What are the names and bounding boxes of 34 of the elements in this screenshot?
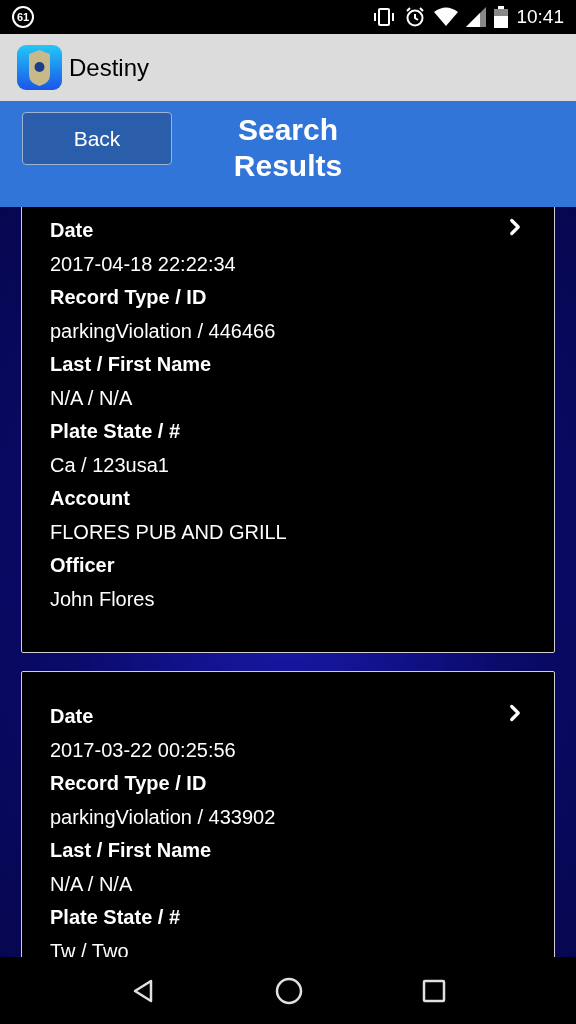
- field-label: Plate State / #: [50, 419, 181, 444]
- badge-logo-icon: [17, 45, 62, 90]
- back-button[interactable]: Back: [22, 112, 172, 165]
- field-label: Last / First Name: [50, 838, 212, 863]
- field-value: Ca / 123usa1: [50, 452, 169, 478]
- battery-icon: [494, 6, 509, 28]
- field-label: Officer: [50, 553, 115, 578]
- clock-time: 10:41: [516, 6, 564, 28]
- notification-count: 61: [12, 6, 34, 28]
- field-value: Tw / Two: [50, 938, 129, 957]
- field-label: Plate State / #: [50, 905, 181, 930]
- page-title: Search Results: [232, 112, 344, 184]
- signal-icon: [466, 7, 487, 27]
- field-value: John Flores: [50, 586, 155, 612]
- field-label: Last / First Name: [50, 352, 212, 377]
- field-value: N/A / N/A: [50, 871, 133, 897]
- field-value: parkingViolation / 433902: [50, 804, 276, 830]
- result-card[interactable]: Date 2017-03-22 00:25:56 Record Type / ID parkingViolation / 433902 Last / First Name N/A / N/A Plate State / # Tw / Two: [21, 671, 555, 957]
- field-value: 2017-03-22 00:25:56: [50, 737, 236, 763]
- field-label: Account: [50, 486, 130, 511]
- field-label: Date: [50, 218, 94, 243]
- field-value: N/A / N/A: [50, 385, 133, 411]
- field-value: 2017-04-18 22:22:34: [50, 251, 236, 277]
- field-label: Date: [50, 704, 94, 729]
- app-title: Destiny: [69, 53, 150, 82]
- field-value: FLORES PUB AND GRILL: [50, 519, 287, 545]
- field-label: Record Type / ID: [50, 285, 207, 310]
- wifi-icon: [434, 7, 459, 27]
- result-card[interactable]: Date 2017-04-18 22:22:34 Record Type / ID parkingViolation / 446466 Last / First Name N/A / N/A Plate State / # Ca / 123usa1 Account FLORES PUB AND GRILL Officer John Flores: [21, 207, 555, 653]
- vibrate-icon: [372, 7, 397, 27]
- field-value: parkingViolation / 446466: [50, 318, 276, 344]
- home-icon[interactable]: [275, 976, 303, 1005]
- recents-icon[interactable]: [422, 978, 447, 1003]
- field-label: Record Type / ID: [50, 771, 207, 796]
